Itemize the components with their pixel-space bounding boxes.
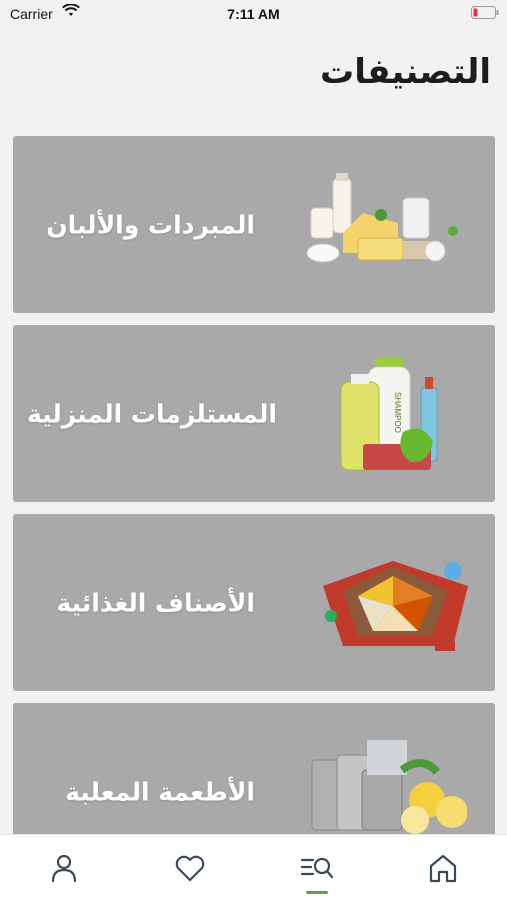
category-card-dairy[interactable]: المبردات والألبان — [13, 136, 495, 313]
clock: 7:11 AM — [227, 6, 280, 22]
household-supplies-image: SHAMPOO — [333, 352, 473, 476]
category-card-food-items[interactable]: الأصناف الغذائية — [13, 514, 495, 691]
page-title: التصنيفات — [320, 52, 491, 92]
profile-icon[interactable] — [47, 851, 81, 885]
food-items-tray-image — [323, 546, 473, 660]
tab-bar — [0, 834, 507, 901]
category-label: الأصناف الغذائية — [56, 588, 255, 617]
categories-search-icon[interactable] — [300, 851, 334, 885]
heart-icon[interactable] — [173, 851, 207, 885]
category-label: المستلزمات المنزلية — [26, 399, 277, 428]
category-label: المبردات والألبان — [46, 210, 255, 239]
status-bar: Carrier 7:11 AM — [0, 0, 507, 28]
dairy-products-image — [303, 172, 473, 277]
battery-icon — [471, 6, 499, 19]
category-list: المبردات والألبان المستلزمات المنزلية SH… — [13, 136, 495, 892]
svg-text:SHAMPOO: SHAMPOO — [393, 392, 402, 433]
canned-food-image — [307, 739, 468, 844]
home-icon[interactable] — [426, 851, 460, 885]
active-tab-indicator — [306, 891, 328, 894]
category-label: الأطعمة المعلبة — [65, 777, 255, 806]
category-card-household[interactable]: المستلزمات المنزلية SHAMPOO — [13, 325, 495, 502]
